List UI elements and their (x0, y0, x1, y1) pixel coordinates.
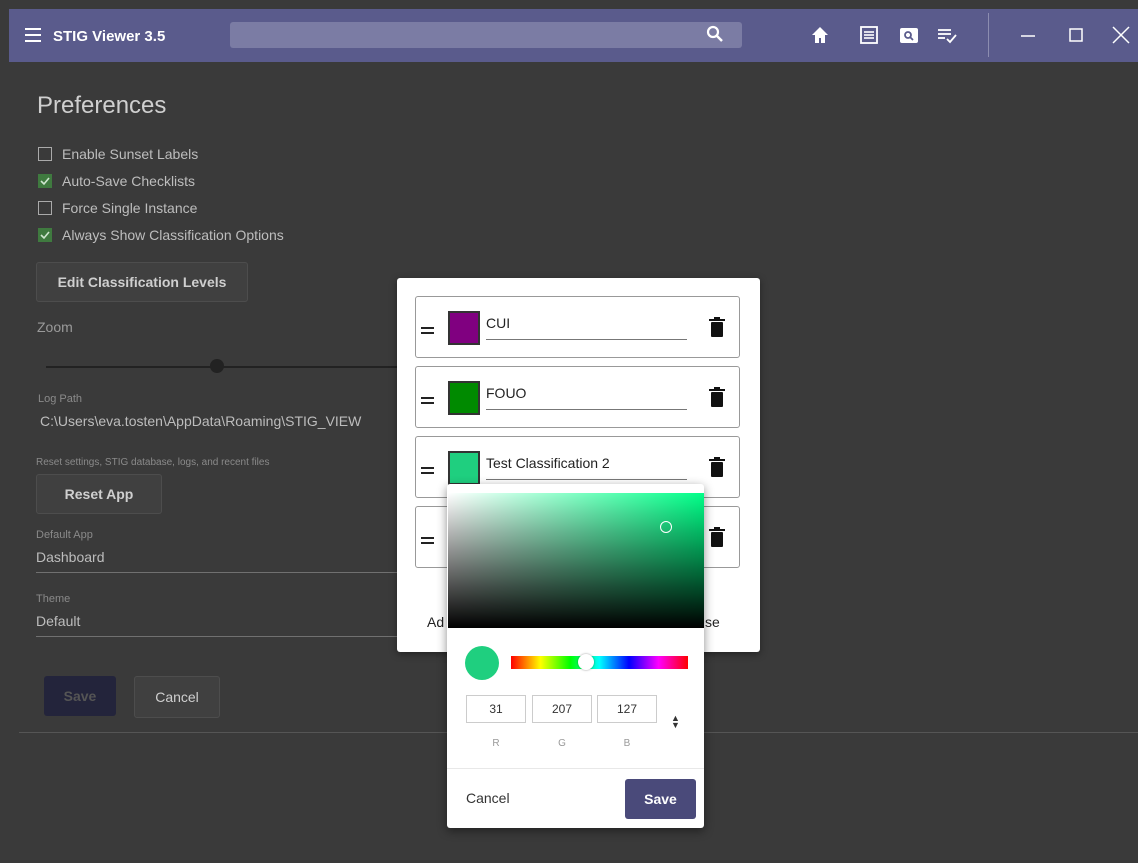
level-name-input[interactable]: FOUO (486, 385, 686, 401)
title-bar: STIG Viewer 3.5 (9, 9, 1138, 62)
theme-underline (36, 636, 406, 637)
minimize-icon[interactable] (1016, 23, 1040, 47)
checkbox[interactable] (38, 201, 52, 215)
trash-icon[interactable] (709, 387, 725, 407)
cancel-button[interactable]: Cancel (134, 676, 220, 718)
option-label: Enable Sunset Labels (62, 146, 199, 162)
option-always-show-classification[interactable]: Always Show Classification Options (38, 225, 284, 245)
close-icon[interactable] (1109, 23, 1133, 47)
drag-handle-icon[interactable] (421, 467, 434, 477)
reset-hint: Reset settings, STIG database, logs, and… (36, 457, 270, 468)
input-underline (486, 339, 687, 340)
zoom-slider-handle[interactable] (210, 359, 224, 373)
checklist-icon[interactable] (936, 24, 958, 46)
add-level-button[interactable]: Ad (427, 614, 444, 630)
reset-app-button[interactable]: Reset App (36, 474, 162, 514)
save-button[interactable]: Save (44, 676, 116, 716)
home-icon[interactable] (809, 24, 831, 46)
format-toggle-icon[interactable]: ▲ ▼ (671, 714, 680, 730)
checkbox[interactable] (38, 147, 52, 161)
trash-icon[interactable] (709, 317, 725, 337)
drag-handle-icon[interactable] (421, 537, 434, 547)
hue-slider-handle[interactable] (578, 654, 594, 670)
color-swatch[interactable] (448, 381, 480, 415)
green-label: G (558, 738, 566, 749)
color-swatch[interactable] (448, 311, 480, 345)
zoom-slider-track[interactable] (46, 366, 406, 368)
input-underline (486, 409, 687, 410)
trash-icon[interactable] (709, 457, 725, 477)
green-input[interactable]: 207 (532, 695, 592, 723)
option-enable-sunset-labels[interactable]: Enable Sunset Labels (38, 144, 198, 164)
default-app-select[interactable]: Dashboard (36, 549, 105, 565)
list-icon[interactable] (858, 24, 880, 46)
maximize-icon[interactable] (1064, 23, 1088, 47)
edit-classification-levels-button[interactable]: Edit Classification Levels (36, 262, 248, 302)
checkbox[interactable] (38, 174, 52, 188)
color-preview (465, 646, 499, 680)
picker-divider (447, 768, 704, 769)
red-label: R (492, 738, 500, 749)
log-path-value: C:\Users\eva.tosten\AppData\Roaming\STIG… (40, 413, 362, 429)
color-picker: 31 207 127 R G B ▲ ▼ Cancel Save (447, 484, 704, 828)
trash-icon[interactable] (709, 527, 725, 547)
level-row: FOUO (415, 366, 740, 428)
drag-handle-icon[interactable] (421, 327, 434, 337)
option-force-single-instance[interactable]: Force Single Instance (38, 198, 197, 218)
toolbar-separator (988, 13, 989, 57)
picker-cancel-button[interactable]: Cancel (466, 790, 510, 806)
red-input[interactable]: 31 (466, 695, 526, 723)
checkbox[interactable] (38, 228, 52, 242)
blue-input[interactable]: 127 (597, 695, 657, 723)
picker-save-button[interactable]: Save (625, 779, 696, 819)
search-icon[interactable] (706, 25, 724, 43)
blue-label: B (623, 738, 631, 749)
level-name-input[interactable]: CUI (486, 315, 686, 331)
input-underline (486, 479, 687, 480)
color-swatch[interactable] (448, 451, 480, 485)
drag-handle-icon[interactable] (421, 397, 434, 407)
default-app-underline (36, 572, 406, 573)
zoom-label: Zoom (37, 319, 73, 335)
search-input[interactable] (230, 22, 742, 48)
search-checklist-icon[interactable] (898, 24, 920, 46)
page-title: Preferences (37, 92, 167, 119)
saturation-value-area[interactable] (448, 493, 704, 628)
theme-label: Theme (36, 593, 71, 605)
log-path-label: Log Path (38, 393, 83, 405)
option-label: Auto-Save Checklists (62, 173, 196, 189)
default-app-label: Default App (36, 529, 93, 541)
saturation-handle[interactable] (660, 521, 672, 533)
hue-slider[interactable] (511, 656, 688, 669)
close-button[interactable]: se (705, 614, 720, 630)
level-name-input[interactable]: Test Classification 2 (486, 455, 686, 471)
option-auto-save-checklists[interactable]: Auto-Save Checklists (38, 171, 195, 191)
theme-select[interactable]: Default (36, 613, 80, 629)
option-label: Always Show Classification Options (62, 227, 284, 243)
menu-icon[interactable] (25, 28, 41, 42)
option-label: Force Single Instance (62, 200, 198, 216)
app-title: STIG Viewer 3.5 (53, 28, 166, 45)
level-row: CUI (415, 296, 740, 358)
